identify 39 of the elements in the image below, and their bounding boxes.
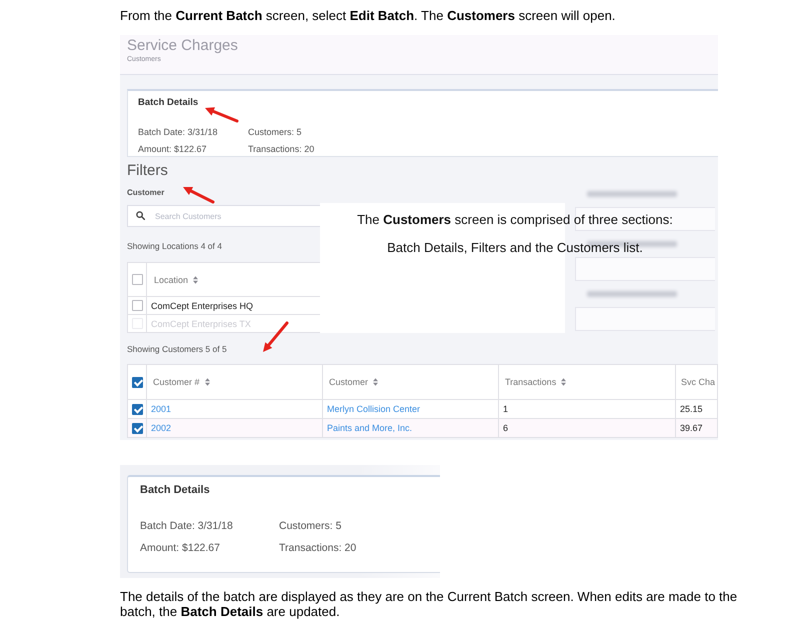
sort-icon [204,378,210,386]
column-header[interactable]: Svc Cha [676,364,718,400]
sort-icon [561,378,566,386]
checkbox[interactable] [132,274,142,285]
card-title: Batch Details [138,97,198,109]
body-text: The details of the batch are displayed as they are on the Current Batch screen. When edits are made to the batch, the Batch Details are updated. [120,589,738,619]
search-field[interactable]: Search Customers [127,205,320,227]
checkbox[interactable] [132,404,142,414]
section-title: Filters [127,162,168,180]
table-cell: 39.67 [676,418,718,438]
card-title: Batch Details [140,484,210,497]
detail-text: Customers: 5 [248,126,302,138]
result-count: Showing Customers 5 of 5 [127,344,227,354]
detail-text: Transactions: 20 [248,143,314,155]
detail-text: Amount: $122.67 [138,143,207,155]
table-cell: 6 [498,418,676,438]
detail-text: Transactions: 20 [279,542,356,555]
column-header[interactable]: Transactions [498,364,676,400]
intro-text: From the Current Batch screen, select Edit Batch. The Customers screen will open. [120,8,616,23]
callout-text: Batch Details, Filters and the Customers list. [387,240,643,255]
search-icon [136,211,145,220]
table-link[interactable]: 2001 [151,404,172,414]
column-header[interactable]: Customer [322,364,498,400]
column-header[interactable]: Customer # [146,364,322,400]
detail-text: Customers: 5 [279,520,342,533]
checkbox[interactable] [132,422,142,434]
detail-text: Amount: $122.67 [140,542,220,555]
field-label: Customer [127,188,164,198]
page-title: Service Charges [127,37,238,55]
callout-text: The Customers screen is comprised of three sections: [357,212,673,227]
table-link[interactable]: 2002 [151,423,172,433]
column-header[interactable]: Location [146,262,320,296]
detail-text: Batch Date: 3/31/18 [140,520,233,533]
checkbox[interactable] [132,376,142,388]
sort-icon [193,276,198,284]
sort-icon [373,378,378,386]
checkbox[interactable] [132,300,142,311]
detail-text: Batch Date: 3/31/18 [138,126,218,138]
result-count: Showing Locations 4 of 4 [127,241,222,251]
